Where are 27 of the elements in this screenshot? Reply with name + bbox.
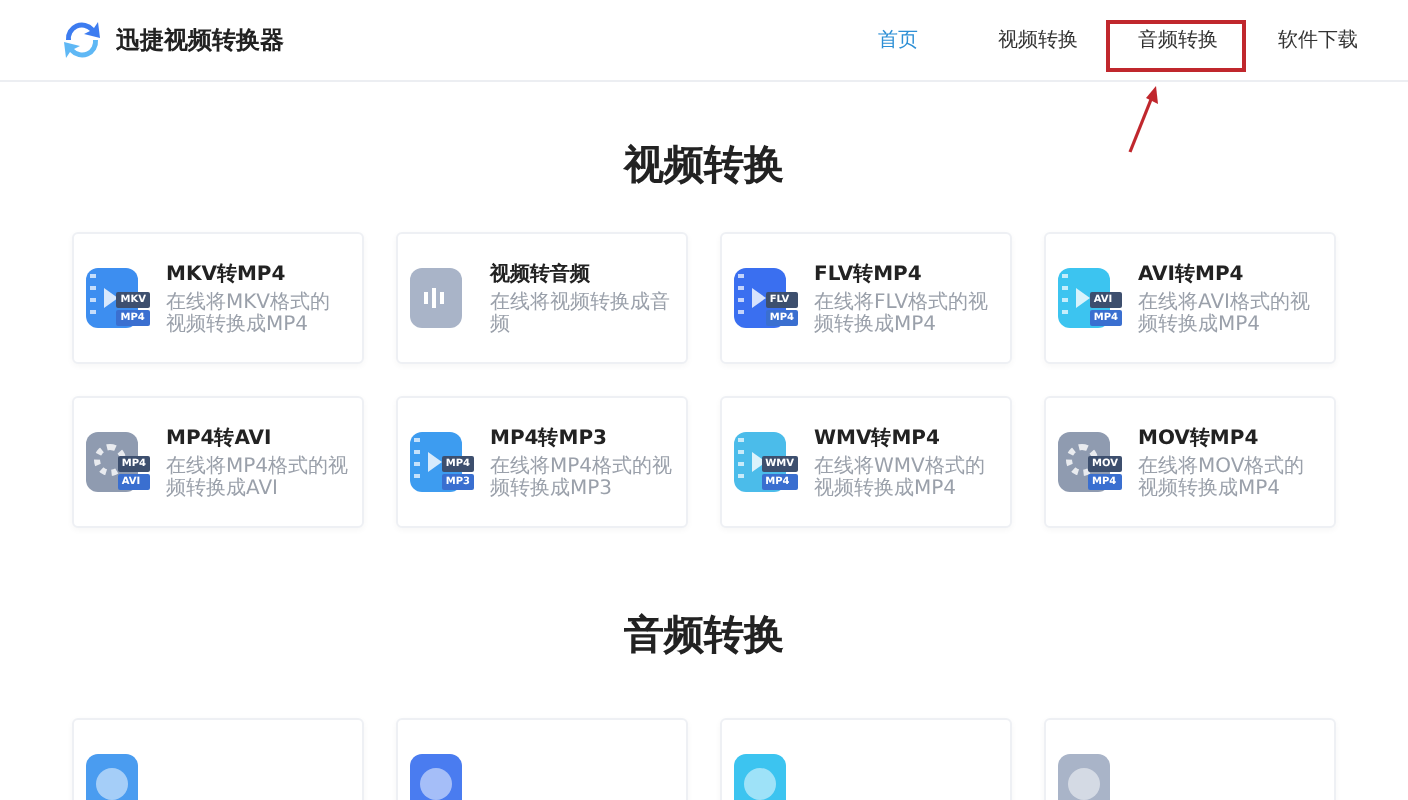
annotation-arrow <box>1124 84 1164 156</box>
card-title: MKV转MP4 <box>166 261 288 287</box>
card-title: MP4转MP3 <box>490 425 609 451</box>
brand-name: 迅捷视频转换器 <box>116 23 284 57</box>
card-title: FLV转MP4 <box>814 261 924 287</box>
card-description: 在线将视频转换成音频 <box>490 291 672 337</box>
nav-link[interactable]: 视频转换 <box>968 26 1108 54</box>
card-title: 视频转音频 <box>490 260 592 287</box>
card-description: 在线将MP4格式的视频转换成MP3 <box>490 455 674 501</box>
card-title: WMV转MP4 <box>814 425 942 451</box>
section-title: 视频转换 <box>624 138 784 192</box>
card-description: 在线将MOV格式的视频转换成MP4 <box>1138 455 1307 501</box>
nav-link[interactable]: 音频转换 <box>1108 26 1248 54</box>
card-title: AVI转MP4 <box>1138 261 1246 287</box>
card-title: MOV转MP4 <box>1138 425 1261 451</box>
annotation-box <box>1106 20 1246 72</box>
section-title: 音频转换 <box>624 608 784 662</box>
card-description: 在线将AVI格式的视频转换成MP4 <box>1138 291 1312 337</box>
card-description: 在线将MP4格式的视频转换成AVI <box>166 455 350 501</box>
logo-icon <box>60 18 104 62</box>
nav-link[interactable]: 首页 <box>828 26 968 54</box>
card-description: 在线将MKV格式的视频转换成MP4 <box>166 291 333 337</box>
card-title: MP4转AVI <box>166 425 274 451</box>
card-description: 在线将FLV格式的视频转换成MP4 <box>814 291 991 337</box>
nav-link[interactable]: 软件下载 <box>1248 26 1388 54</box>
converter-card[interactable]: 视频转音频 在线将视频转换成音频 <box>396 232 688 364</box>
card-description: 在线将WMV格式的视频转换成MP4 <box>814 455 987 501</box>
